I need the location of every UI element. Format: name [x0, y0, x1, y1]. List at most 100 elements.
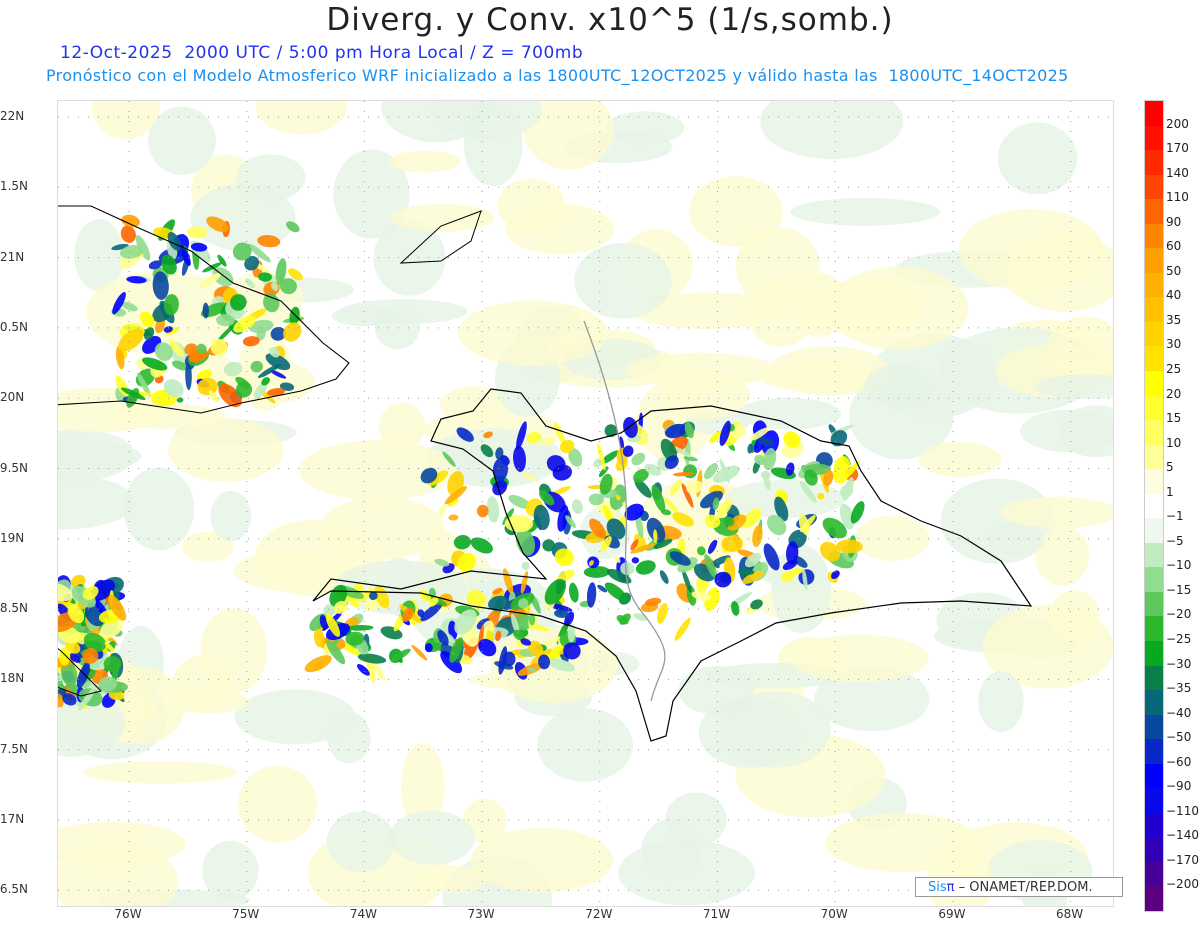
colorbar-swatch [1145, 641, 1163, 667]
colorbar-label: −35 [1166, 681, 1192, 696]
weak-field-patch [58, 474, 136, 530]
field-cell [659, 570, 669, 584]
colorbar-swatch [1145, 199, 1163, 225]
field-cell [448, 514, 459, 521]
colorbar-label: 50 [1166, 263, 1182, 278]
weak-field-patch [997, 122, 1078, 195]
lat-tick-label: 21N [0, 249, 25, 264]
colorbar-label: −110 [1166, 803, 1199, 818]
map-title: Diverg. y Conv. x10^5 (1/s,somb.) [326, 2, 894, 38]
lon-tick-label: 71W [702, 907, 731, 921]
colorbar-swatch [1145, 248, 1163, 274]
weak-field-patch [83, 761, 237, 784]
weak-field-patch [537, 708, 633, 782]
weak-field-patch [855, 515, 930, 561]
field-cell [521, 561, 530, 571]
colorbar-swatch [1145, 493, 1163, 519]
weak-field-patch [169, 690, 250, 714]
colorbar-label: −15 [1166, 582, 1192, 597]
colorbar-label: 1 [1166, 484, 1174, 499]
colorbar-swatch [1145, 788, 1163, 814]
colorbar-label: −170 [1166, 852, 1199, 867]
colorbar-label: −30 [1166, 656, 1192, 671]
lat-tick-label: 17N [0, 812, 25, 826]
lon-tick-label: 75W [232, 907, 260, 921]
weak-field-patch [458, 300, 608, 366]
colorbar-swatch [1145, 665, 1163, 691]
weak-field-patch [999, 496, 1113, 529]
colorbar-label: 35 [1166, 312, 1182, 327]
colorbar-swatch [1145, 444, 1163, 470]
credit-box: Sisπ – ONAMET/REP.DOM. [915, 877, 1123, 897]
colorbar-swatch [1145, 150, 1163, 176]
colorbar-label: −90 [1166, 779, 1192, 794]
colorbar-swatch [1145, 469, 1163, 495]
lon-tick-label: 74W [349, 907, 377, 921]
field-cell [631, 557, 640, 564]
colorbar-swatch [1145, 346, 1163, 372]
sispi-logo-text: Sis [928, 880, 947, 895]
colorbar-swatch [1145, 886, 1163, 912]
lat-tick-label: 19N [0, 530, 25, 545]
colorbar-swatch [1145, 542, 1163, 568]
lon-tick-label: 73W [467, 907, 495, 921]
colorbar-swatch [1145, 321, 1163, 347]
weak-field-patch [864, 364, 936, 408]
field-cell [304, 655, 332, 673]
colorbar-swatch [1145, 420, 1163, 446]
weak-field-patch [958, 208, 1104, 292]
lon-tick-label: 68W [1056, 907, 1084, 921]
colorbar-label: −1 [1166, 509, 1184, 524]
colorbar-label: 200 [1166, 116, 1189, 131]
colorbar-swatch [1145, 861, 1163, 887]
lat-tick-label: 19.5N [0, 460, 28, 475]
weak-field-patch [760, 101, 904, 160]
colorbar [1144, 100, 1164, 912]
colorbar-swatch [1145, 714, 1163, 740]
colorbar-label: −5 [1166, 533, 1184, 548]
weak-field-patch [255, 101, 347, 135]
colorbar-swatch [1145, 174, 1163, 200]
weak-field-patch [331, 305, 396, 327]
colorbar-label: −140 [1166, 828, 1199, 843]
weak-field-patch [470, 827, 613, 893]
weak-field-patch [210, 490, 252, 542]
lon-tick-label: 76W [114, 907, 142, 921]
weak-field-patch [735, 226, 820, 309]
colorbar-label: 40 [1166, 288, 1182, 303]
weak-field-patch [625, 352, 777, 387]
weak-field-patch [1019, 409, 1113, 453]
weak-field-patch [388, 150, 461, 173]
colorbar-label: −20 [1166, 607, 1192, 622]
weak-field-patch [720, 691, 831, 768]
weak-field-patch [202, 840, 259, 901]
map-plot-area [57, 100, 1114, 907]
weak-field-patch [497, 178, 566, 232]
field-cell [571, 499, 583, 514]
colorbar-label: 140 [1166, 165, 1189, 180]
colorbar-label: 25 [1166, 362, 1182, 376]
colorbar-swatch [1145, 272, 1163, 298]
colorbar-label: 110 [1166, 190, 1189, 205]
credit-text: – ONAMET/REP.DOM. [954, 880, 1093, 895]
lat-tick-label: 20N [0, 390, 25, 405]
colorbar-label: 15 [1166, 411, 1182, 426]
weak-field-patch [234, 689, 356, 745]
weak-field-patch [389, 810, 476, 865]
colorbar-swatch [1145, 567, 1163, 593]
colorbar-swatch [1145, 371, 1163, 397]
lat-tick-label: 18.5N [0, 601, 28, 616]
colorbar-swatch [1145, 591, 1163, 617]
lat-tick-label: 16.5N [0, 882, 28, 897]
colorbar-swatch [1145, 616, 1163, 642]
field-cell [683, 464, 698, 479]
colorbar-label: 170 [1166, 141, 1189, 156]
colorbar-swatch [1145, 395, 1163, 421]
weak-field-patch [123, 467, 195, 551]
valid-time-subtitle: 12-Oct-2025 2000 UTC / 5:00 pm Hora Loca… [60, 43, 584, 63]
colorbar-label: 10 [1166, 435, 1182, 450]
weak-field-patch [605, 111, 685, 145]
weak-field-patch [574, 243, 672, 319]
model-info-subtitle: Pronóstico con el Modelo Atmosferico WRF… [46, 66, 1069, 85]
colorbar-swatch [1145, 223, 1163, 249]
